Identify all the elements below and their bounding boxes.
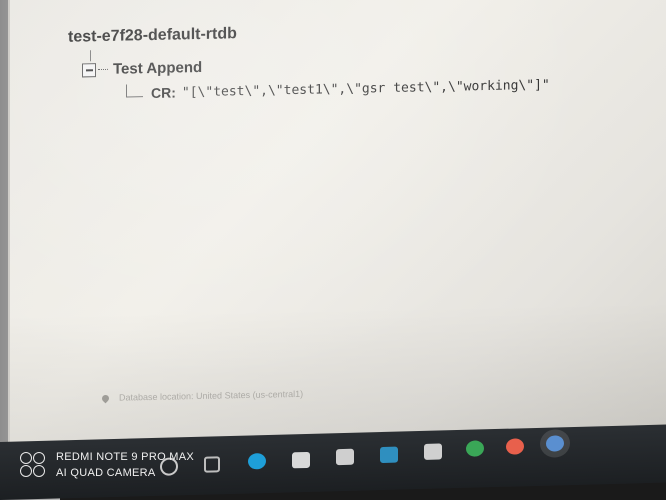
tree-dash-connector — [98, 68, 108, 71]
watermark-camera: AI QUAD CAMERA — [56, 467, 156, 479]
collapse-minus-icon[interactable] — [82, 62, 96, 77]
calendar-icon[interactable] — [424, 443, 442, 460]
location-pin-icon — [100, 393, 111, 403]
monitor-screen: test-e7f28-default-rtdb Test Append CR: … — [8, 0, 666, 451]
firefox-icon[interactable] — [506, 438, 524, 455]
tree-elbow-connector — [126, 83, 143, 98]
store-icon[interactable] — [336, 448, 354, 466]
camera-watermark: REDMI NOTE 9 PRO MAX AI QUAD CAMERA — [20, 449, 194, 481]
camera-lenses-icon — [20, 452, 46, 478]
child-value[interactable]: "[\"test\",\"test1\",\"gsr test\",\"work… — [182, 77, 550, 100]
database-name: test-e7f28-default-rtdb — [68, 25, 237, 46]
task-view-icon[interactable] — [204, 456, 220, 473]
edge-icon[interactable] — [248, 453, 266, 470]
mail-icon[interactable] — [292, 451, 310, 469]
photo-scene: test-e7f28-default-rtdb Test Append CR: … — [0, 0, 666, 500]
tree-node-test-append[interactable]: Test Append — [82, 59, 202, 79]
tree-child-cr[interactable]: CR: "[\"test\",\"test1\",\"gsr test\",\"… — [126, 77, 550, 102]
location-text: Database location: United States (us-cen… — [119, 388, 304, 403]
chrome-icon[interactable] — [466, 440, 484, 457]
child-key[interactable]: CR: — [151, 84, 176, 101]
database-location: Database location: United States (us-cen… — [100, 388, 304, 403]
node-name[interactable]: Test Append — [113, 59, 202, 78]
chrome-active-icon[interactable] — [546, 435, 564, 452]
app-icon[interactable] — [380, 446, 398, 464]
watermark-model: REDMI NOTE 9 PRO MAX — [56, 451, 195, 463]
tree-connector-line — [90, 50, 91, 62]
